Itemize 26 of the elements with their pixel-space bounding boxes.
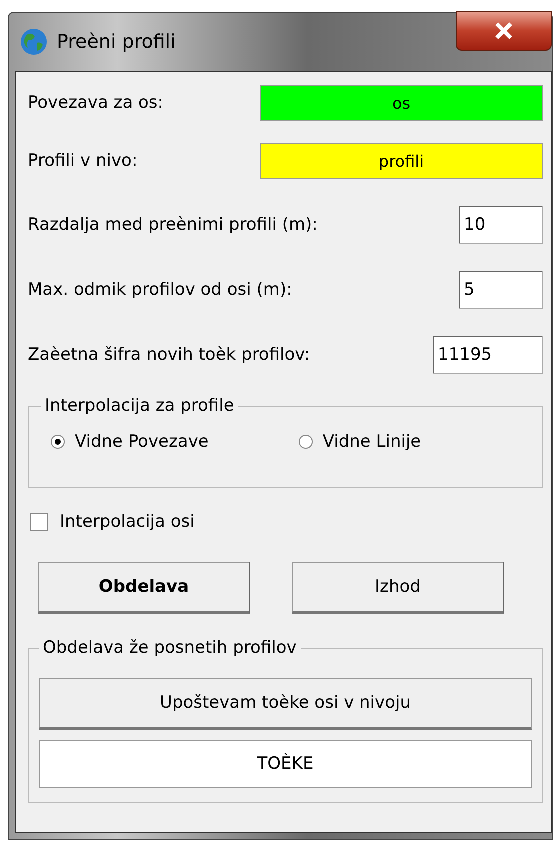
window-title: Preèni profili [57,31,176,53]
group-title: Interpolacija za profile [44,396,236,416]
number-input[interactable]: 11195 [433,336,543,374]
layer-field[interactable]: os [260,85,543,121]
close-button[interactable] [456,11,552,51]
field-label: Razdalja med preènimi profili (m): [28,215,318,235]
radio-option[interactable]: Vidne Povezave [51,432,209,452]
radio-button[interactable] [298,435,313,449]
globe-icon [19,27,49,57]
radio-button[interactable] [51,435,65,449]
checkbox-label[interactable]: Interpolacija osi [60,512,195,532]
field-label: Povezava za os: [28,93,164,113]
field-label: Zaèetna šifra novih toèk profilov: [28,345,310,365]
radio-option[interactable]: Vidne Linije [298,432,422,452]
field-label: Profili v nivo: [28,151,138,171]
action-button[interactable]: Obdelava [38,562,250,614]
close-icon [493,21,515,41]
number-input[interactable]: 5 [459,271,543,309]
field-label: Max. odmik profilov od osi (m): [28,280,292,300]
checkbox[interactable] [30,513,48,531]
action-button[interactable]: Izhod [292,562,504,614]
number-input[interactable]: 10 [459,206,543,244]
axis-points-button[interactable]: Upoštevam toèke osi v nivoju [39,678,532,730]
layer-field[interactable]: profili [260,143,543,179]
group-title: Obdelava že posnetih profilov [42,638,298,658]
points-button[interactable]: TOÈKE [39,740,532,788]
